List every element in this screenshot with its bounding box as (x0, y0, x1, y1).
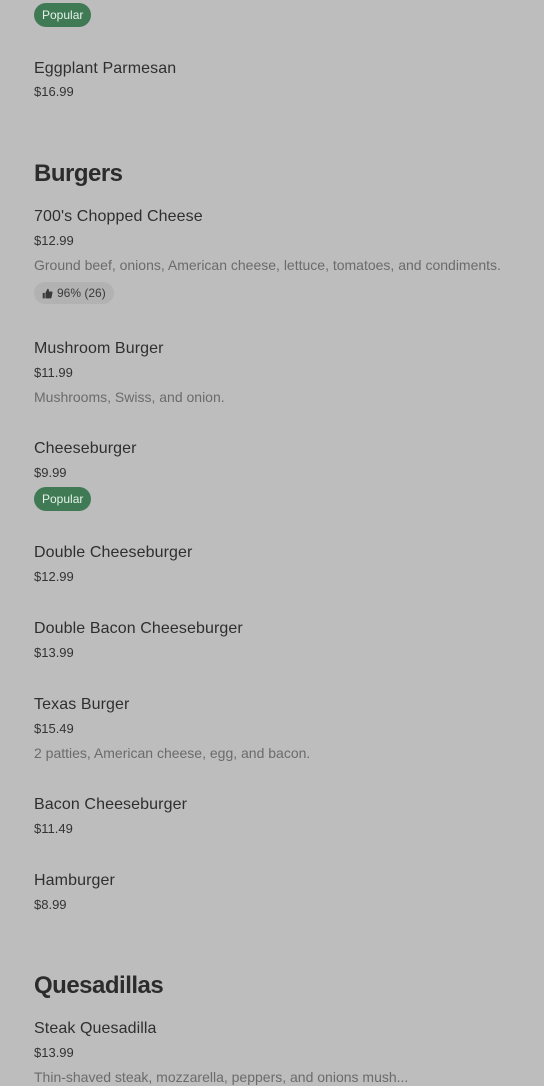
item-description: 2 patties, American cheese, egg, and bac… (34, 745, 311, 761)
menu-item-texas-burger[interactable]: Texas Burger $15.49 2 patties, American … (34, 695, 310, 762)
menu-item-double-bacon-cheeseburger[interactable]: Double Bacon Cheeseburger $13.99 (34, 619, 243, 662)
popular-badge: Popular (34, 3, 92, 27)
item-price: $8.99 (34, 897, 67, 912)
menu-item-double-cheeseburger[interactable]: Double Cheeseburger $12.99 (34, 543, 192, 586)
menu-item-cheeseburger[interactable]: Cheeseburger $9.99 Popular (34, 439, 137, 511)
popular-badge: Popular (34, 487, 92, 511)
thumbs-up-icon (42, 288, 53, 298)
item-name: Eggplant Parmesan (34, 60, 177, 77)
menu-item-steak-quesadilla[interactable]: Steak Quesadilla $13.99 Thin-shaved stea… (34, 1019, 408, 1086)
menu-item-hamburger[interactable]: Hamburger $8.99 (34, 871, 115, 914)
menu-item-bacon-cheeseburger[interactable]: Bacon Cheeseburger $11.49 (34, 795, 187, 838)
rating-badge: 96% (26) (34, 282, 114, 304)
item-name: Steak Quesadilla (34, 1020, 157, 1037)
item-price: $9.99 (34, 465, 67, 480)
item-price: $13.99 (34, 645, 74, 660)
section-title-quesadillas: Quesadillas (34, 972, 164, 999)
item-name: 700's Chopped Cheese (34, 208, 203, 225)
item-price: $11.49 (34, 821, 73, 836)
item-name: Double Cheeseburger (34, 544, 193, 561)
item-name: Double Bacon Cheeseburger (34, 620, 243, 637)
item-name: Hamburger (34, 872, 115, 889)
rating-text: 96% (26) (57, 286, 106, 300)
item-price: $16.99 (34, 84, 74, 99)
item-name: Bacon Cheeseburger (34, 796, 188, 813)
section-title-burgers: Burgers (34, 160, 123, 187)
item-price: $11.99 (34, 365, 73, 380)
item-description: Mushrooms, Swiss, and onion. (34, 389, 225, 405)
item-description: Thin-shaved steak, mozzarella, peppers, … (34, 1069, 409, 1085)
item-description: Ground beef, onions, American cheese, le… (34, 257, 501, 273)
menu-item-mushroom-burger[interactable]: Mushroom Burger $11.99 Mushrooms, Swiss,… (34, 339, 225, 406)
item-name: Mushroom Burger (34, 340, 164, 357)
item-price: $13.99 (34, 1045, 74, 1060)
menu-item-700s-chopped-cheese[interactable]: 700's Chopped Cheese $12.99 Ground beef,… (34, 207, 501, 304)
item-price: $12.99 (34, 569, 74, 584)
item-price: $12.99 (34, 233, 74, 248)
item-price: $15.49 (34, 721, 74, 736)
menu-item-eggplant-parmesan[interactable]: Eggplant Parmesan $16.99 (34, 59, 176, 101)
item-name: Cheeseburger (34, 440, 137, 457)
item-name: Texas Burger (34, 696, 130, 713)
